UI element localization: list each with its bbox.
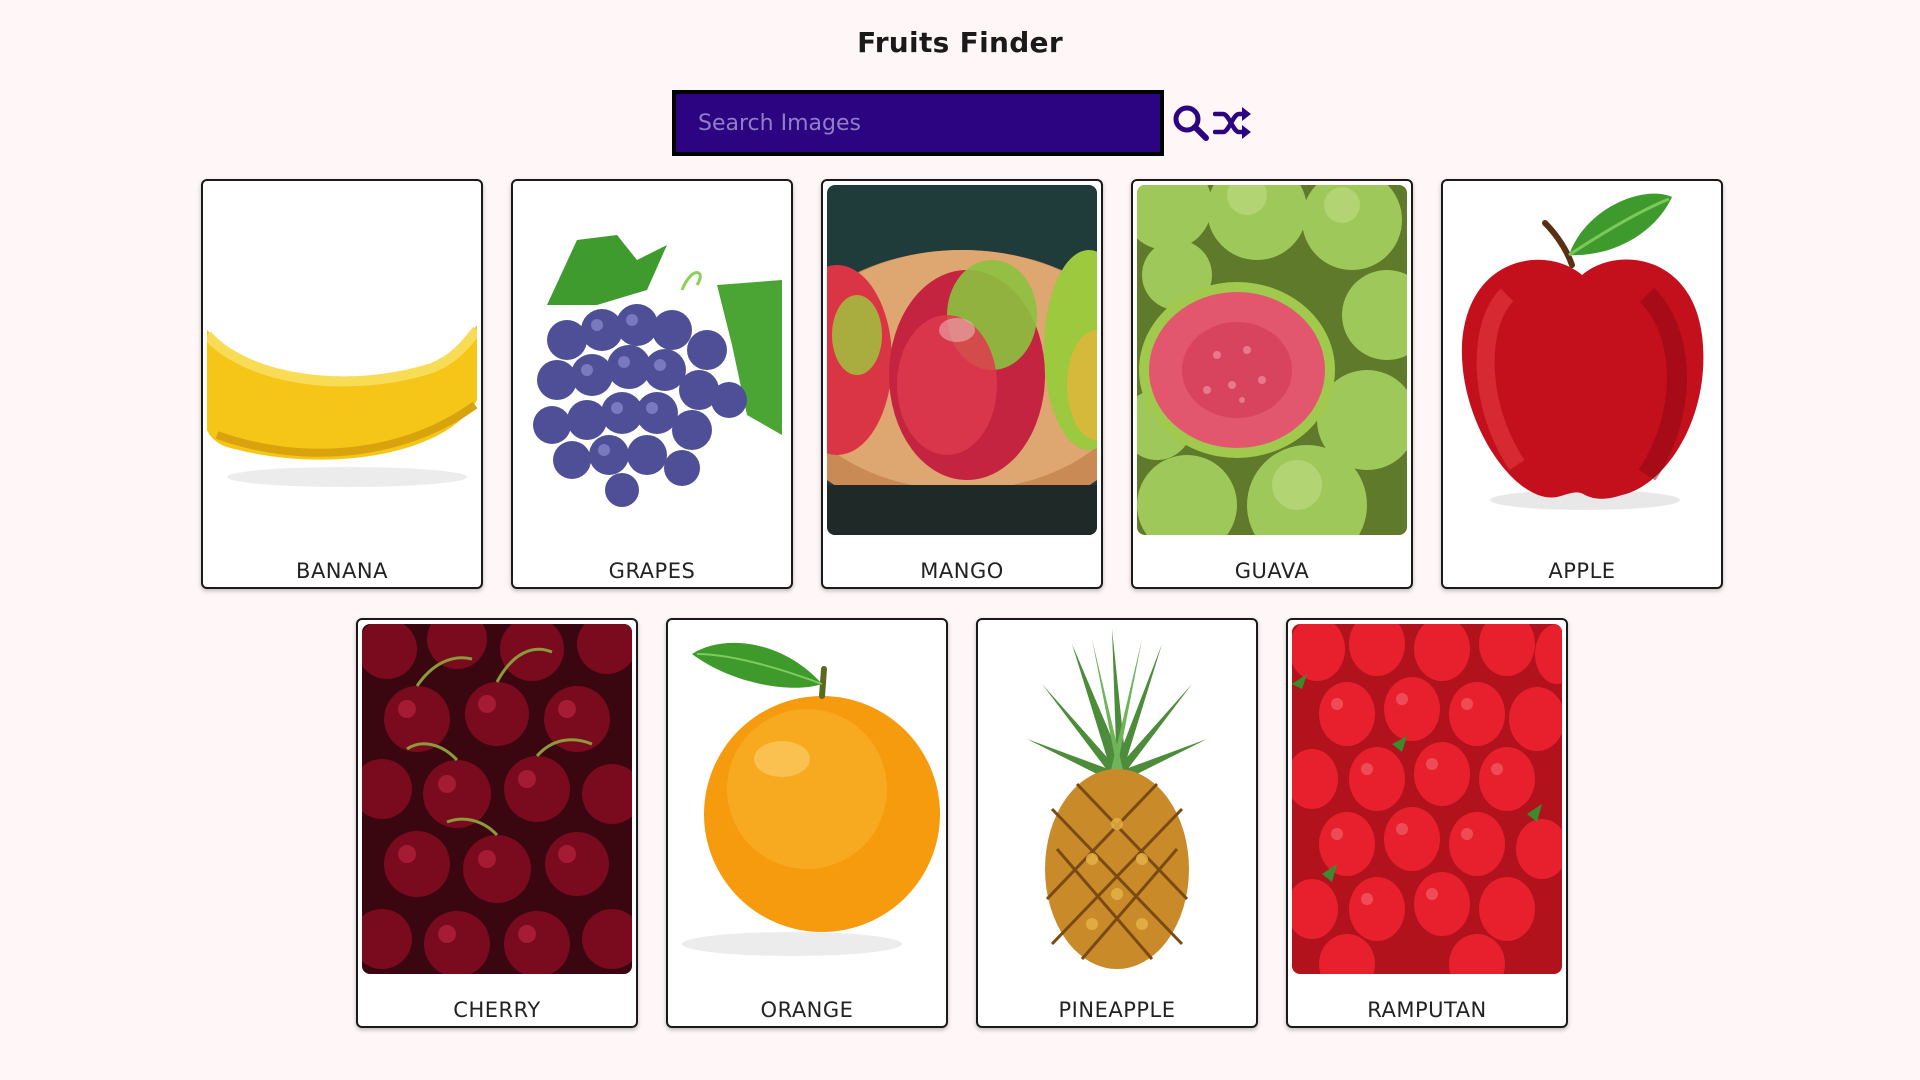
shuffle-button[interactable] <box>1212 102 1254 144</box>
fruit-card-apple[interactable]: APPLE <box>1441 179 1723 589</box>
card-label: BANANA <box>296 559 388 583</box>
mango-image <box>827 185 1097 535</box>
search-icon <box>1173 105 1209 141</box>
card-label: PINEAPPLE <box>1058 998 1176 1022</box>
fruit-card-pineapple[interactable]: PINEAPPLE <box>976 618 1258 1028</box>
search-input[interactable] <box>672 90 1164 156</box>
card-label: CHERRY <box>453 998 541 1022</box>
card-label: RAMPUTAN <box>1367 998 1487 1022</box>
fruit-card-grapes[interactable]: GRAPES <box>511 179 793 589</box>
card-label: GRAPES <box>608 559 696 583</box>
card-label: ORANGE <box>760 998 854 1022</box>
card-label: APPLE <box>1548 559 1616 583</box>
search-button[interactable] <box>1170 102 1212 144</box>
pineapple-image <box>982 624 1252 974</box>
shuffle-icon <box>1213 107 1251 139</box>
fruit-card-cherry[interactable]: CHERRY <box>356 618 638 1028</box>
page-title: Fruits Finder <box>857 26 1063 59</box>
fruit-card-ramputan[interactable]: RAMPUTAN <box>1286 618 1568 1028</box>
guava-image <box>1137 185 1407 535</box>
fruit-card-orange[interactable]: ORANGE <box>666 618 948 1028</box>
fruit-card-mango[interactable]: MANGO <box>821 179 1103 589</box>
orange-image <box>672 624 942 974</box>
fruit-card-guava[interactable]: GUAVA <box>1131 179 1413 589</box>
search-bar <box>672 90 1254 156</box>
card-label: MANGO <box>920 559 1004 583</box>
banana-image <box>207 185 477 535</box>
strawberry-image <box>1292 624 1562 974</box>
cherry-image <box>362 624 632 974</box>
fruit-card-banana[interactable]: BANANA <box>201 179 483 589</box>
card-label: GUAVA <box>1234 559 1310 583</box>
apple-image <box>1447 185 1717 535</box>
grapes-image <box>517 185 787 535</box>
